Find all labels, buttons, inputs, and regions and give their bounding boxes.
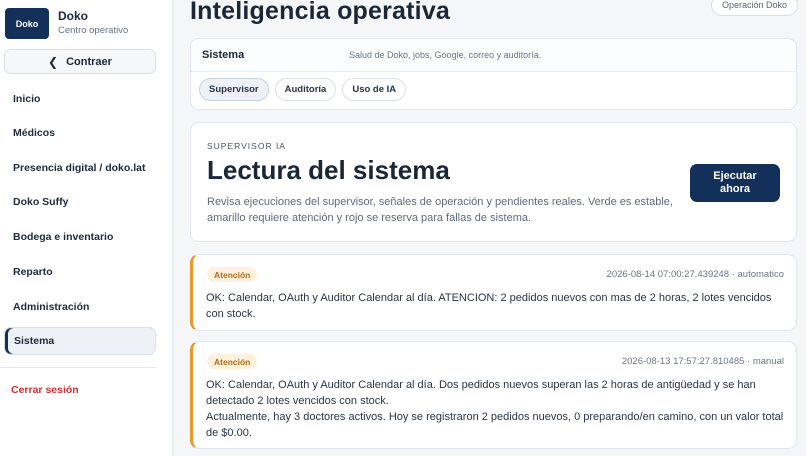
sidebar-item-label: Presencia digital / doko.lat [13, 162, 146, 174]
system-title: Sistema [202, 49, 245, 61]
brand: Doko Doko Centro operativo [5, 8, 128, 39]
sidebar-item-doko-suffy[interactable]: Doko Suffy [4, 188, 156, 216]
sidebar-item-sistema[interactable]: Sistema [4, 327, 156, 355]
status-badge: Atención [207, 354, 258, 369]
sidebar-item-medicos[interactable]: Médicos [4, 119, 156, 147]
sidebar-item-label: Reparto [13, 266, 53, 278]
sidebar: Doko Doko Centro operativo ❮ Contraer In… [0, 0, 173, 456]
sidebar-item-presencia-digital[interactable]: Presencia digital / doko.lat [4, 154, 156, 182]
operation-chip[interactable]: Operación Doko [711, 0, 798, 16]
sidebar-item-reparto[interactable]: Reparto [4, 258, 156, 286]
tab-uso-de-ia[interactable]: Uso de IA [342, 78, 407, 101]
sidebar-item-administracion[interactable]: Administración [4, 293, 156, 321]
sidebar-item-label: Sistema [14, 335, 55, 347]
system-card: Sistema Salud de Doko, jobs, Google, cor… [190, 38, 797, 110]
log-entry: Atención 2026-08-14 07:00:27.439248 · au… [190, 254, 797, 331]
log-text: Actualmente, hay 3 doctores activos. Hoy… [206, 411, 784, 439]
supervisor-title: Lectura del sistema [207, 155, 450, 185]
sidebar-divider [0, 367, 156, 368]
log-timestamp: 2026-08-14 07:00:27.439248 · automatico [606, 269, 784, 280]
supervisor-card: SUPERVISOR IA Lectura del sistema Revisa… [190, 122, 797, 242]
sidebar-item-label: Administración [13, 301, 90, 313]
sidebar-item-bodega[interactable]: Bodega e inventario [4, 223, 156, 251]
supervisor-eyebrow: SUPERVISOR IA [207, 141, 286, 151]
supervisor-description: Revisa ejecuciones del supervisor, señal… [207, 196, 673, 224]
page-title: Inteligencia operativa [190, 0, 451, 25]
tab-auditoria[interactable]: Auditoría [274, 78, 337, 101]
collapse-sidebar-button[interactable]: ❮ Contraer [4, 49, 156, 74]
tab-supervisor[interactable]: Supervisor [199, 78, 269, 101]
log-text: OK: Calendar, OAuth y Auditor Calendar a… [206, 292, 772, 320]
log-entry: Atención 2026-08-13 17:57:27.810485 · ma… [190, 341, 797, 449]
run-now-label: Ejecutar ahora [713, 170, 757, 195]
sidebar-item-label: Doko Suffy [13, 196, 69, 208]
status-badge: Atención [207, 267, 258, 282]
system-description: Salud de Doko, jobs, Google, correo y au… [349, 50, 542, 60]
brand-subtitle: Centro operativo [58, 25, 129, 36]
brand-name: Doko [58, 9, 88, 23]
sidebar-item-label: Médicos [13, 127, 56, 139]
log-text: OK: Calendar, OAuth y Auditor Calendar a… [206, 379, 756, 407]
log-timestamp: 2026-08-13 17:57:27.810485 · manual [621, 356, 784, 367]
system-tabs: Supervisor Auditoría Uso de IA [199, 78, 412, 101]
chevron-left-icon: ❮ [48, 54, 59, 69]
sidebar-item-label: Bodega e inventario [13, 231, 114, 243]
collapse-label: Contraer [66, 55, 112, 68]
sidebar-item-label: Inicio [13, 93, 41, 105]
sidebar-item-inicio[interactable]: Inicio [4, 85, 156, 113]
system-card-header: Sistema Salud de Doko, jobs, Google, cor… [191, 39, 796, 72]
run-now-button[interactable]: Ejecutar ahora [690, 164, 780, 202]
brand-logo[interactable]: Doko [5, 8, 49, 39]
logout-link[interactable]: Cerrar sesión [11, 384, 79, 396]
